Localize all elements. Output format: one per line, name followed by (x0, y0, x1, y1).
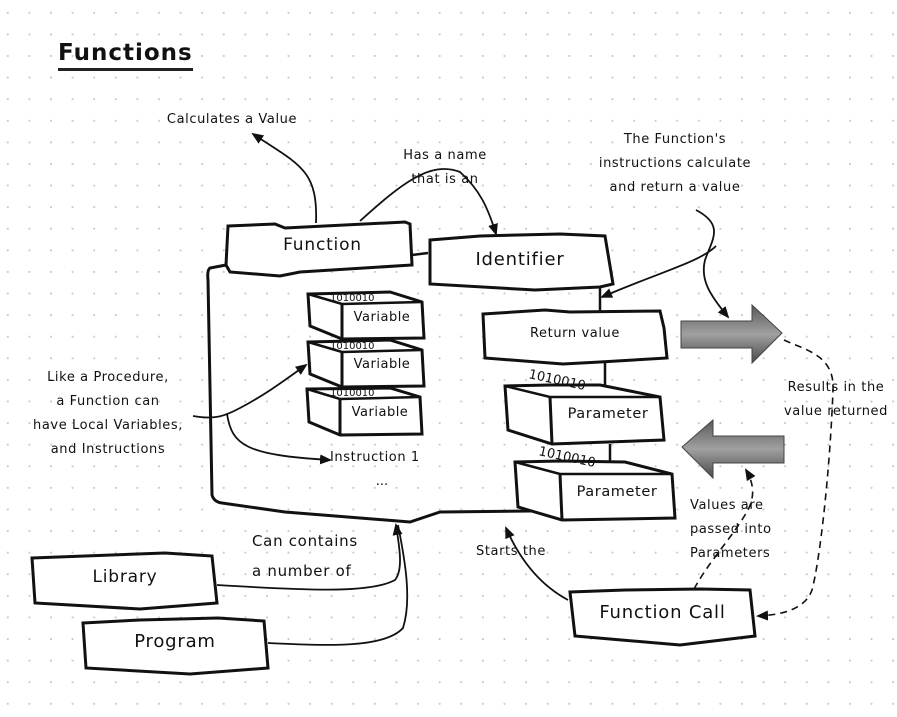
annotation-results: Results in the value returned (774, 376, 897, 424)
annotation-line: The Function's (623, 132, 727, 147)
annotation-line: Like a Procedure, (47, 370, 169, 385)
library-label: Library (92, 567, 158, 587)
annotation-like-procedure: Like a Procedure, a Function can have Lo… (18, 366, 198, 462)
annotation-instructions-calculate: The Function's instructions calculate an… (585, 128, 765, 200)
arrow-starts (505, 526, 569, 601)
annotation-has-name: Has a name that is an (380, 144, 510, 192)
arrow-calculates (251, 132, 317, 224)
annotation-line: a number of (252, 562, 352, 580)
variable-label-1: Variable (353, 310, 411, 325)
annotation-line: value returned (783, 404, 889, 419)
annotation-line: passed into (690, 522, 772, 537)
binary-label: 1010010 (330, 388, 375, 399)
arrow-instructions-to-return (600, 245, 717, 298)
annotation-starts: Starts the (476, 544, 546, 559)
annotation-line: and return a value (609, 180, 741, 195)
annotation-can-contain: Can contains a number of (252, 526, 384, 586)
annotation-line: and Instructions (50, 442, 166, 457)
annotation-line: Parameters (690, 546, 771, 561)
parameter-label-2: Parameter (576, 484, 658, 500)
annotation-line: instructions calculate (598, 156, 752, 171)
ellipsis-label: ... (375, 474, 389, 489)
binary-label: 1010010 (330, 341, 375, 352)
connector-line (411, 251, 429, 257)
binary-label: 1010010 (330, 293, 375, 304)
arrow-instructions-to-output (695, 209, 730, 319)
variable-label-2: Variable (353, 357, 411, 372)
annotation-line: Values are (690, 498, 764, 513)
annotation-line: have Local Variables, (33, 418, 183, 433)
variable-label-3: Variable (351, 405, 409, 420)
annotation-values-passed: Values are passed into Parameters (690, 494, 786, 566)
annotation-line: that is an (411, 172, 479, 187)
diagram-canvas: 1010010 1010010 1010010 1010010 1010010 (30, 132, 834, 676)
function-call-label: Function Call (599, 602, 726, 623)
function-label: Function (283, 235, 362, 255)
return-arrow-right-icon (680, 303, 783, 365)
annotation-line: Results in the (787, 380, 885, 395)
parameter-arrow-left-icon (681, 418, 785, 480)
program-label: Program (134, 631, 216, 652)
annotation-calculates: Calculates a Value (166, 112, 298, 127)
return-value-label: Return value (530, 326, 620, 341)
annotation-line: a Function can (56, 394, 160, 409)
annotation-line: Can contains (252, 532, 358, 550)
identifier-label: Identifier (475, 249, 565, 270)
parameter-label-1: Parameter (567, 406, 649, 422)
instruction-label: Instruction 1 (330, 450, 420, 465)
annotation-line: Has a name (403, 148, 487, 163)
